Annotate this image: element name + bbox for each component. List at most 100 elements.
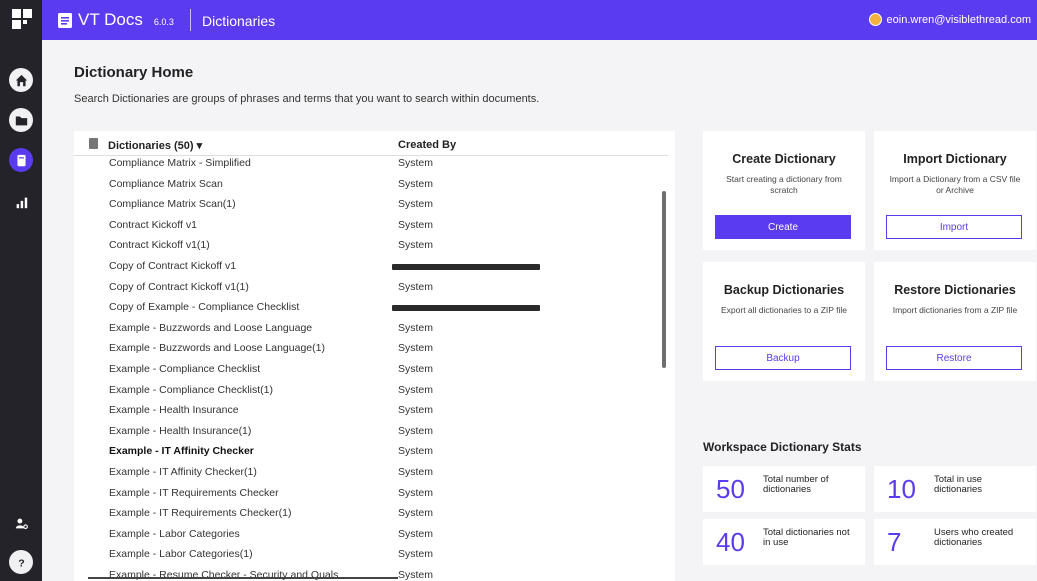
dictionary-name[interactable]: Example - Labor Categories(1) <box>109 548 253 560</box>
nav-documents-button[interactable] <box>9 108 33 132</box>
table-row[interactable]: Example - Labor Categories System <box>74 525 668 546</box>
backup-card-title: Backup Dictionaries <box>723 283 845 297</box>
table-row[interactable]: Copy of Example - Compliance Checklist <box>74 298 668 319</box>
stat-creators-value: 7 <box>887 527 902 557</box>
stat-total-value: 50 <box>716 474 745 504</box>
table-row[interactable]: Example - Labor Categories(1) System <box>74 545 668 566</box>
dictionary-name[interactable]: Example - Health Insurance(1) <box>109 425 251 437</box>
dictionary-name[interactable]: Example - Buzzwords and Loose Language <box>109 322 312 334</box>
dictionary-list-panel: Dictionaries (50) ▾ Created By Complianc… <box>74 131 675 581</box>
table-row[interactable]: Compliance Matrix - Simplified System <box>74 154 668 175</box>
dictionary-name[interactable]: Copy of Example - Compliance Checklist <box>109 301 299 313</box>
nav-reports-button[interactable] <box>9 190 33 214</box>
list-header: Dictionaries (50) ▾ Created By <box>74 131 668 156</box>
created-by: System <box>398 548 434 561</box>
create-button[interactable]: Create <box>715 215 851 239</box>
table-row[interactable]: Example - Health Insurance(1) System <box>74 422 668 443</box>
dictionary-name[interactable]: Copy of Contract Kickoff v1(1) <box>109 281 249 293</box>
dictionary-name[interactable]: Example - IT Affinity Checker <box>109 445 254 457</box>
user-menu[interactable]: eoin.wren@visiblethread.com <box>868 13 1031 26</box>
restore-card-description: Import dictionaries from a ZIP file <box>892 305 1018 315</box>
stat-not-in-use-value: 40 <box>716 527 745 557</box>
app-version: 6.0.3 <box>153 16 174 27</box>
create-card-description: Start creating a dictionary from scratch <box>726 174 842 195</box>
created-by: System <box>398 424 434 437</box>
dictionary-name[interactable]: Compliance Matrix Scan(1) <box>109 198 236 210</box>
import-card-title: Import Dictionary <box>903 152 1007 166</box>
table-row[interactable]: Example - Health Insurance System <box>74 401 668 422</box>
created-by: System <box>398 239 434 252</box>
table-row[interactable]: Example - Buzzwords and Loose Language Sy… <box>74 319 668 340</box>
stat-in-use: 10 Total in use dictionaries <box>874 466 1036 512</box>
restore-dictionaries-card: Restore Dictionaries Import dictionaries… <box>874 262 1036 381</box>
table-row[interactable]: Example - IT Requirements Checker(1) Syst… <box>74 504 668 525</box>
table-row[interactable]: Example - IT Affinity Checker System <box>74 442 668 463</box>
stat-total: 50 Total number of dictionaries <box>703 466 865 512</box>
table-row[interactable]: Compliance Matrix Scan(1) System <box>74 195 668 216</box>
table-row[interactable]: Example - Buzzwords and Loose Language(1… <box>74 339 668 360</box>
user-email: eoin.wren@visiblethread.com <box>886 13 1031 26</box>
restore-card-title: Restore Dictionaries <box>894 283 1016 297</box>
created-by: System <box>398 507 434 520</box>
dictionaries-sort-dropdown[interactable]: Dictionaries (50) ▾ <box>108 139 202 152</box>
create-dictionary-card: Create Dictionary Start creating a dicti… <box>703 131 865 250</box>
table-row[interactable]: Contract Kickoff v1 System <box>74 216 668 237</box>
dictionary-name[interactable]: Example - IT Requirements Checker <box>109 487 279 499</box>
dictionary-name[interactable]: Example - IT Affinity Checker(1) <box>109 466 257 478</box>
import-button[interactable]: Import <box>886 215 1022 239</box>
app-brand[interactable]: VT Docs 6.0.3 <box>58 10 174 30</box>
redacted-created-by <box>392 263 540 270</box>
dictionary-name[interactable]: Contract Kickoff v1(1) <box>109 239 210 251</box>
table-row[interactable]: Example - IT Requirements Checker System <box>74 484 668 505</box>
dictionary-name[interactable]: Compliance Matrix Scan <box>109 178 223 190</box>
created-by: System <box>398 362 434 375</box>
nav-dictionaries-button[interactable] <box>9 148 33 172</box>
table-row[interactable]: Compliance Matrix Scan System <box>74 175 668 196</box>
dictionary-name[interactable]: Example - Labor Categories <box>109 528 240 540</box>
dictionary-rows: Compliance Matrix - Simplified System Comp… <box>74 154 668 581</box>
created-by: System <box>398 486 434 499</box>
dictionary-name[interactable]: Example - Buzzwords and Loose Language(1… <box>109 342 325 354</box>
backup-button[interactable]: Backup <box>715 346 851 370</box>
dictionary-name[interactable]: Compliance Matrix - Simplified <box>109 157 251 169</box>
dictionary-name[interactable]: Example - Health Insurance <box>109 404 239 416</box>
top-divider <box>190 9 191 31</box>
created-by: System <box>398 383 434 396</box>
table-row[interactable]: Example - IT Affinity Checker(1) System <box>74 463 668 484</box>
folder-icon <box>15 115 27 125</box>
left-rail: ? <box>0 0 42 581</box>
stats-title: Workspace Dictionary Stats <box>703 440 862 454</box>
nav-user-settings-button[interactable] <box>9 511 33 535</box>
stat-in-use-value: 10 <box>887 474 916 504</box>
import-dictionary-card: Import Dictionary Import a Dictionary fr… <box>874 131 1036 250</box>
created-by: System <box>398 527 434 540</box>
table-row[interactable]: Example - Compliance Checklist(1) System <box>74 381 668 402</box>
page-title: Dictionary Home <box>74 64 194 81</box>
dictionary-name[interactable]: Example - Resume Checker - Security and … <box>109 569 338 581</box>
created-by: System <box>398 198 434 211</box>
dictionary-name[interactable]: Example - Compliance Checklist(1) <box>109 384 273 396</box>
table-row[interactable]: Example - Compliance Checklist System <box>74 360 668 381</box>
dictionary-icon <box>16 154 26 166</box>
table-row[interactable]: Copy of Contract Kickoff v1 <box>74 257 668 278</box>
created-by: System <box>398 157 434 169</box>
table-row[interactable]: Contract Kickoff v1(1) System <box>74 236 668 257</box>
list-divider <box>88 577 398 579</box>
stat-creators: 7 Users who created dictionaries <box>874 519 1036 565</box>
list-scrollbar[interactable] <box>662 191 666 368</box>
section-title: Dictionaries <box>202 13 276 29</box>
nav-help-button[interactable]: ? <box>9 550 33 574</box>
dictionary-name[interactable]: Example - IT Requirements Checker(1) <box>109 507 291 519</box>
stat-total-label: Total number of dictionaries <box>763 474 829 496</box>
created-by: System <box>398 404 434 417</box>
dictionary-name[interactable]: Copy of Contract Kickoff v1 <box>109 260 236 272</box>
page-description: Search Dictionaries are groups of phrase… <box>74 93 540 105</box>
nav-home-button[interactable] <box>9 68 33 92</box>
restore-button[interactable]: Restore <box>886 346 1022 370</box>
doc-logo-icon <box>58 12 72 28</box>
dictionary-name[interactable]: Contract Kickoff v1 <box>109 219 197 231</box>
top-bar: VT Docs 6.0.3 Dictionaries eoin.wren@vis… <box>42 0 1037 40</box>
table-row[interactable]: Copy of Contract Kickoff v1(1) System <box>74 278 668 299</box>
created-by: System <box>398 280 434 293</box>
dictionary-name[interactable]: Example - Compliance Checklist <box>109 363 260 375</box>
